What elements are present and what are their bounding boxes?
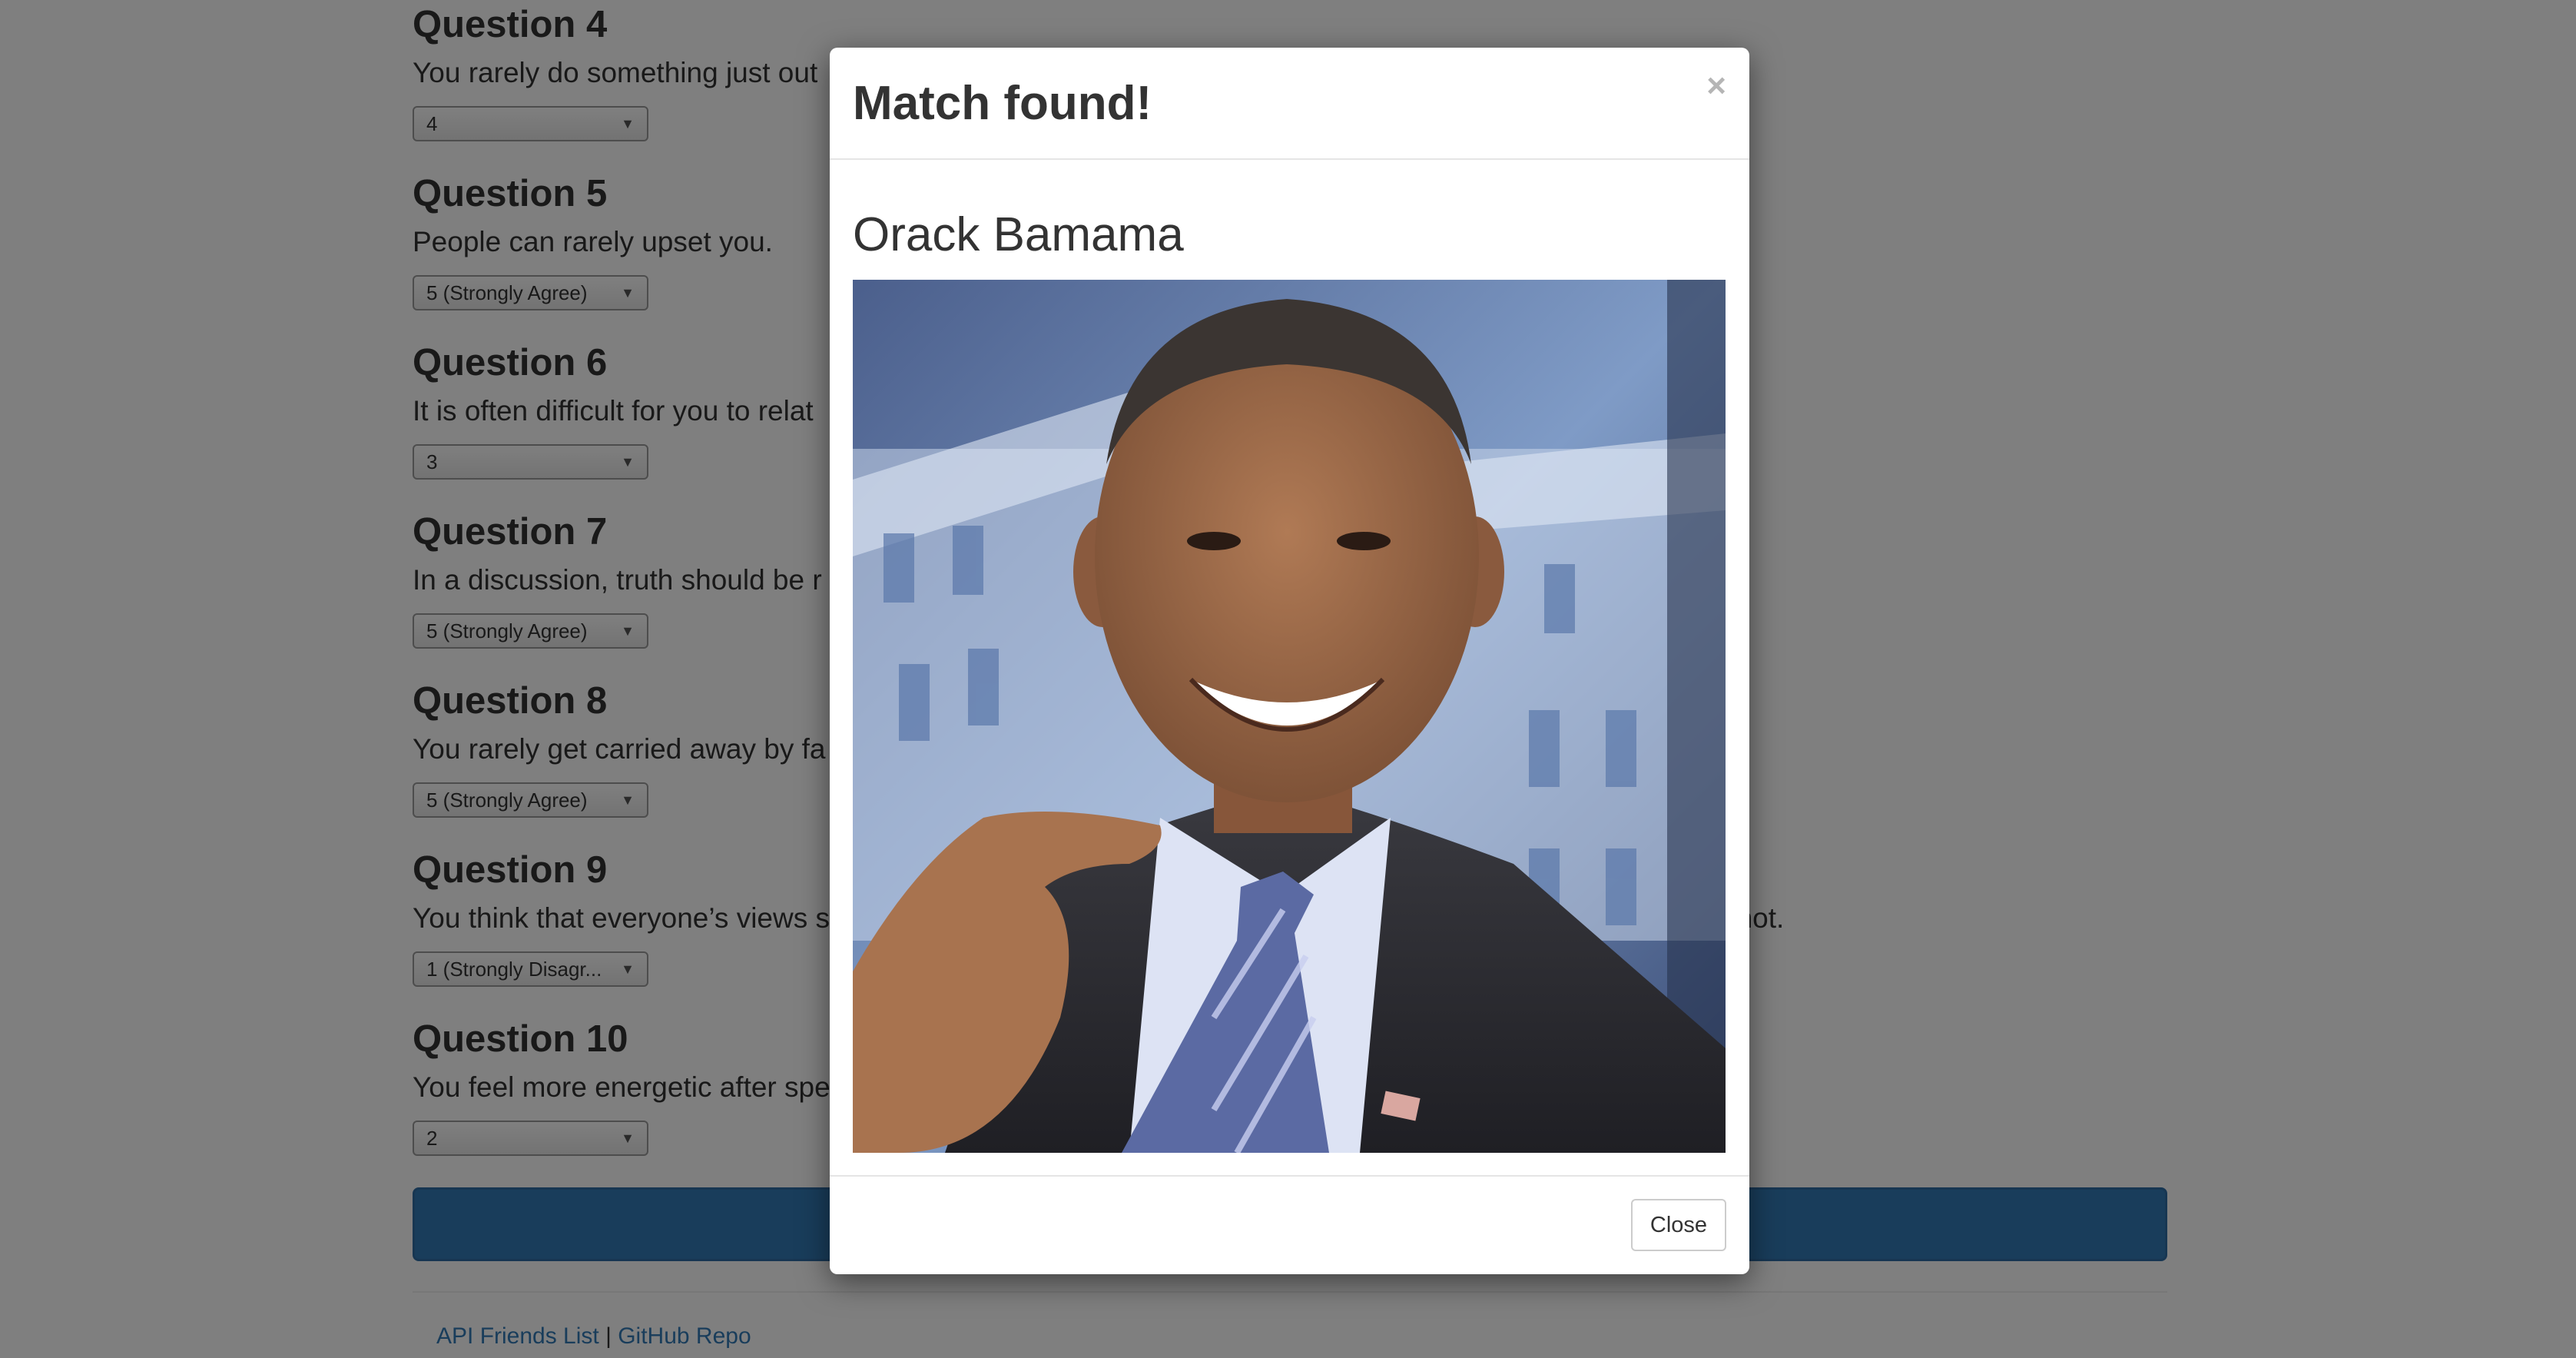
match-photo [853,280,1726,1153]
modal-footer-divider [830,1175,1749,1177]
modal-header: Match found! × [830,48,1749,160]
modal-title: Match found! [853,77,1152,130]
match-name: Orack Bamama [853,208,1184,261]
close-icon[interactable]: × [1706,69,1726,103]
close-button[interactable]: Close [1631,1199,1726,1251]
match-modal: Match found! × Orack Bamama Close [830,48,1749,1274]
